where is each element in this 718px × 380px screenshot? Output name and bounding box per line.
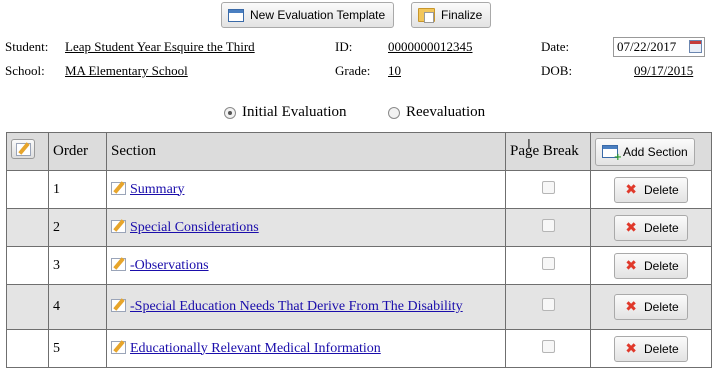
add-window-icon	[602, 145, 622, 163]
table-row: 1 Summary ✖ Delete	[6, 170, 712, 209]
delete-cell: ✖ Delete	[590, 208, 712, 247]
delete-cell: ✖ Delete	[590, 329, 712, 368]
page-break-cell	[505, 170, 591, 209]
delete-x-icon: ✖	[625, 219, 638, 236]
new-evaluation-template-button[interactable]: New Evaluation Template	[221, 2, 395, 28]
finalize-folder-icon	[418, 8, 435, 23]
table-row: 4 -Special Education Needs That Derive F…	[6, 284, 712, 330]
delete-label: Delete	[644, 258, 679, 273]
initial-evaluation-label: Initial Evaluation	[242, 104, 347, 120]
table-header-row: Order Section Page Break Add Section	[6, 132, 712, 171]
add-section-button[interactable]: Add Section	[595, 137, 695, 166]
delete-label: Delete	[644, 300, 679, 314]
page-break-checkbox[interactable]	[541, 218, 555, 232]
new-window-icon	[228, 8, 244, 22]
section-column-header: Section	[106, 132, 506, 171]
edit-column-header	[6, 132, 49, 171]
radio-unselected-icon[interactable]	[388, 106, 400, 119]
date-field[interactable]: 07/22/2017	[613, 37, 705, 57]
school-label: School:	[5, 63, 45, 78]
order-cell: 3	[48, 246, 107, 285]
delete-button[interactable]: ✖ Delete	[614, 335, 688, 362]
section-cell: -Special Education Needs That Derive Fro…	[106, 284, 506, 330]
order-cell: 4	[48, 284, 107, 330]
page-break-column-header: Page Break	[505, 132, 591, 171]
delete-label: Delete	[644, 182, 679, 197]
delete-x-icon: ✖	[625, 181, 638, 198]
delete-label: Delete	[644, 220, 679, 235]
pencil-icon	[16, 143, 31, 156]
page-break-checkbox[interactable]	[541, 339, 555, 353]
calendar-icon[interactable]	[689, 40, 702, 53]
dob-label: DOB:	[541, 63, 573, 78]
edit-pencil-icon[interactable]	[111, 257, 126, 271]
delete-button[interactable]: ✖ Delete	[614, 214, 688, 241]
delete-x-icon: ✖	[625, 340, 638, 357]
sections-table: Order Section Page Break Add Section 1 S…	[6, 132, 712, 368]
edit-pencil-icon[interactable]	[111, 299, 126, 312]
new-evaluation-template-label: New Evaluation Template	[250, 8, 386, 22]
edit-pencil-icon[interactable]	[111, 340, 126, 354]
page-break-checkbox[interactable]	[541, 256, 555, 270]
id-label: ID:	[335, 39, 353, 54]
delete-cell: ✖ Delete	[590, 284, 712, 330]
add-section-label: Add Section	[623, 144, 688, 159]
page-break-cell	[505, 284, 591, 330]
delete-x-icon: ✖	[625, 257, 638, 274]
delete-button[interactable]: ✖ Delete	[614, 176, 688, 203]
delete-x-icon: ✖	[625, 299, 638, 315]
id-value: 0000000012345	[388, 39, 473, 54]
page-break-checkbox[interactable]	[541, 298, 555, 311]
order-column-header: Order	[48, 132, 107, 171]
date-label: Date:	[541, 39, 570, 54]
row-select-cell	[6, 329, 49, 368]
row-select-cell	[6, 208, 49, 247]
edit-pencil-icon[interactable]	[111, 219, 126, 233]
delete-button[interactable]: ✖ Delete	[614, 294, 688, 320]
edit-all-button[interactable]	[11, 139, 35, 159]
section-cell: -Observations	[106, 246, 506, 285]
school-value: MA Elementary School	[65, 63, 188, 78]
grade-value: 10	[388, 63, 401, 78]
section-cell: Educationally Relevant Medical Informati…	[106, 329, 506, 368]
section-link[interactable]: Special Considerations	[130, 220, 259, 235]
page-break-cell	[505, 329, 591, 368]
table-row: 2 Special Considerations ✖ Delete	[6, 208, 712, 247]
dob-value: 09/17/2015	[634, 63, 694, 78]
finalize-label: Finalize	[441, 8, 483, 22]
section-link[interactable]: Educationally Relevant Medical Informati…	[130, 341, 381, 356]
order-cell: 1	[48, 170, 107, 209]
initial-evaluation-radio[interactable]: Initial Evaluation	[224, 104, 347, 121]
date-value: 07/22/2017	[617, 39, 677, 54]
text-cursor-icon: I	[527, 138, 531, 153]
student-label: Student:	[5, 39, 49, 54]
add-section-column-header: Add Section	[590, 132, 712, 171]
reevaluation-label: Reevaluation	[406, 104, 486, 120]
order-cell: 5	[48, 329, 107, 368]
row-select-cell	[6, 284, 49, 330]
section-cell: Special Considerations	[106, 208, 506, 247]
student-value: Leap Student Year Esquire the Third	[65, 39, 255, 54]
page-break-cell	[505, 246, 591, 285]
table-row: 5 Educationally Relevant Medical Informa…	[6, 329, 712, 368]
page-break-cell	[505, 208, 591, 247]
row-select-cell	[6, 246, 49, 285]
finalize-button[interactable]: Finalize	[411, 2, 492, 28]
reevaluation-radio[interactable]: Reevaluation	[388, 104, 485, 121]
order-cell: 2	[48, 208, 107, 247]
section-cell: Summary	[106, 170, 506, 209]
delete-label: Delete	[644, 341, 679, 356]
table-row: 3 -Observations ✖ Delete	[6, 246, 712, 285]
delete-button[interactable]: ✖ Delete	[614, 252, 688, 279]
grade-label: Grade:	[335, 63, 371, 78]
delete-cell: ✖ Delete	[590, 246, 712, 285]
section-link[interactable]: -Observations	[130, 258, 209, 273]
page-break-checkbox[interactable]	[541, 180, 555, 194]
row-select-cell	[6, 170, 49, 209]
radio-selected-icon[interactable]	[224, 106, 236, 119]
section-link[interactable]: -Special Education Needs That Derive Fro…	[130, 299, 463, 314]
edit-pencil-icon[interactable]	[111, 181, 126, 195]
delete-cell: ✖ Delete	[590, 170, 712, 209]
section-link[interactable]: Summary	[130, 182, 184, 197]
